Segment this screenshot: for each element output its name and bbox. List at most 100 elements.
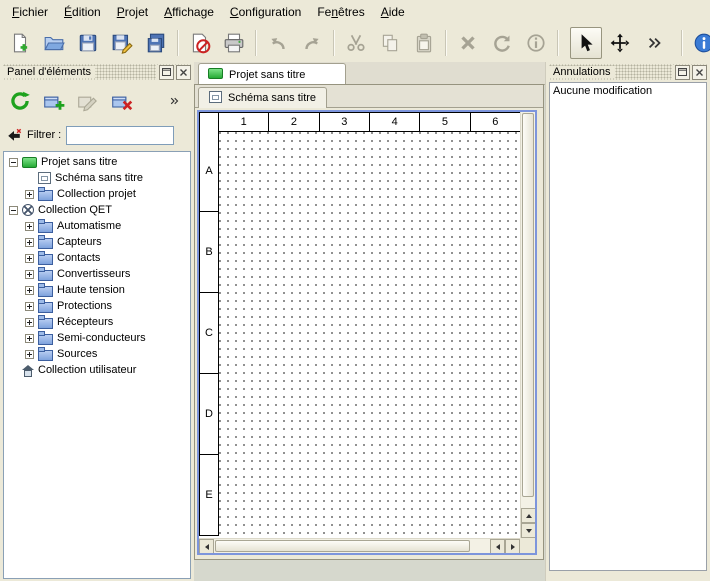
tree-item-label: Récepteurs — [57, 316, 113, 328]
tree-expander-icon[interactable] — [25, 254, 34, 263]
float-panel-button[interactable] — [675, 65, 690, 80]
tree-item[interactable]: Sources — [4, 346, 190, 362]
elements-tree[interactable]: Projet sans titre Schéma sans titre Coll… — [3, 151, 191, 579]
scroll-right-button[interactable] — [505, 539, 520, 554]
filter-row: Filtrer : — [0, 121, 194, 151]
cut-button[interactable] — [340, 27, 372, 59]
tree-expander-icon[interactable] — [25, 334, 34, 343]
tree-expander-icon[interactable] — [25, 286, 34, 295]
filter-input[interactable] — [66, 126, 174, 145]
tree-item[interactable]: Semi-conducteurs — [4, 330, 190, 346]
menu-item[interactable]: Édition — [56, 0, 109, 23]
edit-element-icon — [76, 89, 100, 113]
save-as-button[interactable] — [106, 27, 138, 59]
horizontal-scrollbar-thumb[interactable] — [215, 540, 470, 552]
menu-item[interactable]: Projet — [109, 0, 156, 23]
tree-expander-icon[interactable] — [25, 350, 34, 359]
schema-tab-bar: Schéma sans titre — [195, 85, 543, 108]
scroll-left-button-2[interactable] — [490, 539, 505, 554]
close-panel-button[interactable] — [176, 65, 191, 80]
tree-item[interactable]: Protections — [4, 298, 190, 314]
tree-item[interactable]: Schéma sans titre — [4, 170, 190, 186]
tree-item[interactable]: Collection projet — [4, 186, 190, 202]
filter-label: Filtrer : — [27, 129, 61, 141]
tree-item[interactable]: Projet sans titre — [4, 154, 190, 170]
elements-panel-header[interactable]: Panel d'éléments — [3, 64, 191, 80]
tree-expander-icon[interactable] — [25, 318, 34, 327]
paste-button[interactable] — [408, 27, 440, 59]
reload-collections-button[interactable] — [6, 87, 34, 115]
delete-element-icon — [110, 89, 134, 113]
tree-item[interactable]: Contacts — [4, 250, 190, 266]
project-tab-label: Projet sans titre — [229, 69, 305, 81]
undo-history-list[interactable]: Aucune modification — [549, 82, 707, 571]
menu-item[interactable]: Fichier — [4, 0, 56, 23]
tree-item[interactable]: Collection utilisateur — [4, 362, 190, 378]
delete-button[interactable] — [452, 27, 484, 59]
project-window-tab[interactable]: Projet sans titre — [198, 63, 346, 85]
menu-item-label: ffichage — [172, 5, 214, 19]
undo-history-item[interactable]: Aucune modification — [550, 83, 706, 99]
menu-item[interactable]: Configuration — [222, 0, 309, 23]
undo-button[interactable] — [262, 27, 294, 59]
tree-expander-icon[interactable] — [9, 206, 18, 215]
tree-expander-icon[interactable] — [25, 238, 34, 247]
clear-filter-icon[interactable] — [6, 127, 22, 143]
delete-element-button[interactable] — [108, 87, 136, 115]
tree-item[interactable]: Capteurs — [4, 234, 190, 250]
diagram-canvas[interactable] — [219, 132, 520, 538]
menu-item[interactable]: Fenêtres — [309, 0, 372, 23]
menu-item[interactable]: Affichage — [156, 0, 222, 23]
tree-expander-icon[interactable] — [25, 222, 34, 231]
ruler-column-cell: 6 — [470, 112, 521, 132]
tree-item[interactable]: Haute tension — [4, 282, 190, 298]
close-icon — [178, 67, 189, 78]
redo-button[interactable] — [296, 27, 328, 59]
tree-item-label: Sources — [57, 348, 97, 360]
new-file-button[interactable] — [4, 27, 36, 59]
toolbar-separator — [333, 30, 335, 56]
mdi-area: Projet sans titre Schéma sans titre 1234… — [194, 62, 546, 581]
toolbar-overflow-button[interactable] — [638, 27, 670, 59]
vertical-scrollbar[interactable] — [520, 112, 535, 538]
tree-item-label: Schéma sans titre — [55, 172, 143, 184]
copy-button[interactable] — [374, 27, 406, 59]
menu-item[interactable]: Aide — [373, 0, 413, 23]
tree-item[interactable]: Récepteurs — [4, 314, 190, 330]
select-tool-button[interactable] — [570, 27, 602, 59]
rotate-button[interactable] — [486, 27, 518, 59]
scroll-up-button[interactable] — [521, 508, 536, 523]
about-qet-button[interactable] — [688, 27, 710, 59]
tree-expander-icon[interactable] — [25, 302, 34, 311]
tree-expander-icon[interactable] — [25, 270, 34, 279]
close-file-button[interactable] — [184, 27, 216, 59]
float-panel-button[interactable] — [159, 65, 174, 80]
save-button[interactable] — [72, 27, 104, 59]
close-panel-button[interactable] — [692, 65, 707, 80]
undo-panel-header[interactable]: Annulations — [549, 64, 707, 80]
tree-item[interactable]: Convertisseurs — [4, 266, 190, 282]
element-info-icon — [525, 32, 547, 54]
tree-item[interactable]: Automatisme — [4, 218, 190, 234]
diagram-column-ruler: 123456 — [199, 112, 520, 132]
diagram-view: 123456 ABCDE — [197, 110, 537, 555]
scroll-left-button[interactable] — [199, 539, 214, 554]
menu-item-label: êtres — [338, 5, 365, 19]
panel-overflow-button[interactable] — [160, 87, 188, 115]
print-button[interactable] — [218, 27, 250, 59]
schema-tab[interactable]: Schéma sans titre — [198, 87, 327, 108]
element-info-button[interactable] — [520, 27, 552, 59]
vertical-scrollbar-thumb[interactable] — [522, 113, 534, 497]
tree-item[interactable]: Collection QET — [4, 202, 190, 218]
menu-item-mnemonic: A — [381, 5, 389, 19]
pan-tool-button[interactable] — [604, 27, 636, 59]
tree-expander-icon[interactable] — [25, 190, 34, 199]
open-file-button[interactable] — [38, 27, 70, 59]
float-window-icon — [677, 67, 688, 78]
edit-element-button[interactable] — [74, 87, 102, 115]
tree-expander-icon[interactable] — [9, 158, 18, 167]
save-all-button[interactable] — [140, 27, 172, 59]
new-element-button[interactable] — [40, 87, 68, 115]
scroll-down-button[interactable] — [521, 523, 536, 538]
horizontal-scrollbar[interactable] — [199, 538, 520, 553]
